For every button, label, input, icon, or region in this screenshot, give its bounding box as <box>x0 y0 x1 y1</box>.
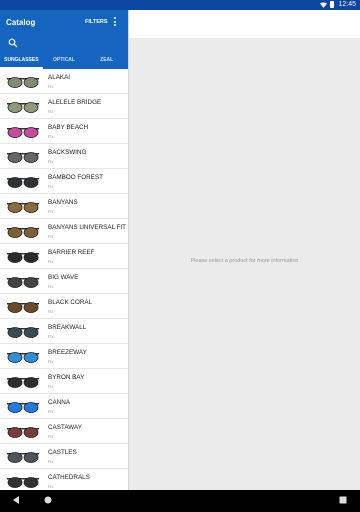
product-name: BIG WAVE <box>48 274 79 281</box>
sunglasses-icon <box>7 477 39 488</box>
list-item[interactable]: BABY BEACH Rx <box>0 119 128 144</box>
list-item[interactable]: BANYANS UNIVERSAL FIT Rx <box>0 219 128 244</box>
product-name: BYRON BAY <box>48 374 85 381</box>
product-sub: Rx <box>48 234 54 239</box>
product-name: BREEZEWAY <box>48 349 87 356</box>
product-name: BREAKWALL <box>48 324 87 331</box>
battery-icon <box>330 1 334 8</box>
product-name: ALAKAI <box>48 74 71 81</box>
product-name: CATHEDRALS <box>48 474 90 481</box>
sunglasses-icon <box>7 277 39 288</box>
product-sub: Rx <box>48 159 54 164</box>
product-name: BABY BEACH <box>48 124 89 131</box>
list-item[interactable]: BYRON BAY Rx <box>0 369 128 394</box>
sunglasses-icon <box>7 327 39 338</box>
navigation-bar <box>0 490 360 512</box>
sunglasses-icon <box>7 252 39 263</box>
product-sub: Rx <box>48 434 54 439</box>
product-sub: Rx <box>48 84 54 89</box>
product-list: ALAKAI Rx ALELELE BRIDGE Rx BABY BEACH Rx BACK… <box>0 69 128 490</box>
status-bar: 12:45 <box>0 0 360 10</box>
wifi-icon <box>320 2 327 8</box>
sunglasses-icon <box>7 177 39 188</box>
product-name: BACKSWING <box>48 149 87 156</box>
product-sub: Rx <box>48 459 54 464</box>
list-item[interactable]: BARRIER REEF Rx <box>0 244 128 269</box>
list-item[interactable]: CASTAWAY Rx <box>0 419 128 444</box>
sunglasses-icon <box>7 352 39 363</box>
product-sub: Rx <box>48 359 54 364</box>
product-name: CANNA <box>48 399 71 406</box>
app-title: Catalog <box>6 18 36 27</box>
list-item[interactable]: BIG WAVE Rx <box>0 269 128 294</box>
catalog-panel: Catalog FILTERS SUNGLASSES OPTICAL ZEAL … <box>0 10 129 490</box>
product-sub: Rx <box>48 184 54 189</box>
list-item[interactable]: BACKSWING Rx <box>0 144 128 169</box>
list-item[interactable]: CASTLES Rx <box>0 444 128 469</box>
list-item[interactable]: ALAKAI Rx <box>0 69 128 94</box>
sunglasses-icon <box>7 77 39 88</box>
product-name: CASTAWAY <box>48 424 82 431</box>
tab-zeal[interactable]: ZEAL <box>85 54 128 69</box>
product-sub: Rx <box>48 384 54 389</box>
list-item[interactable]: BAMBOO FOREST Rx <box>0 169 128 194</box>
back-icon[interactable] <box>11 495 21 505</box>
product-name: CASTLES <box>48 449 77 456</box>
search-icon[interactable] <box>8 38 18 48</box>
product-name: BANYANS UNIVERSAL FIT <box>48 224 127 231</box>
list-item[interactable]: ALELELE BRIDGE Rx <box>0 94 128 119</box>
product-sub: Rx <box>48 409 54 414</box>
list-item[interactable]: BANYANS Rx <box>0 194 128 219</box>
product-sub: Rx <box>48 484 54 489</box>
list-item[interactable]: BREEZEWAY Rx <box>0 344 128 369</box>
category-tabs: SUNGLASSES OPTICAL ZEAL <box>0 54 128 69</box>
product-name: BANYANS <box>48 199 78 206</box>
product-name: BLACK CORAL <box>48 299 93 306</box>
detail-toolbar <box>129 10 360 38</box>
list-item[interactable]: BREAKWALL Rx <box>0 319 128 344</box>
sunglasses-icon <box>7 152 39 163</box>
status-time: 12:45 <box>338 1 356 8</box>
sunglasses-icon <box>7 202 39 213</box>
sunglasses-icon <box>7 452 39 463</box>
product-sub: Rx <box>48 259 54 264</box>
sunglasses-icon <box>7 302 39 313</box>
sunglasses-icon <box>7 402 39 413</box>
product-sub: Rx <box>48 209 54 214</box>
sunglasses-icon <box>7 127 39 138</box>
more-options-icon[interactable] <box>113 17 117 26</box>
product-sub: Rx <box>48 334 54 339</box>
product-sub: Rx <box>48 309 54 314</box>
app-bar: Catalog FILTERS SUNGLASSES OPTICAL ZEAL <box>0 10 128 69</box>
sunglasses-icon <box>7 377 39 388</box>
list-item[interactable]: CANNA Rx <box>0 394 128 419</box>
product-sub: Rx <box>48 109 54 114</box>
overview-icon[interactable] <box>338 495 348 505</box>
product-name: BARRIER REEF <box>48 249 95 256</box>
detail-placeholder: Please select a product for more informa… <box>190 258 299 264</box>
sunglasses-icon <box>7 102 39 113</box>
sunglasses-icon <box>7 427 39 438</box>
tab-optical[interactable]: OPTICAL <box>43 54 86 69</box>
list-item[interactable]: CATHEDRALS Rx <box>0 469 128 490</box>
sunglasses-icon <box>7 227 39 238</box>
product-sub: Rx <box>48 284 54 289</box>
product-sub: Rx <box>48 134 54 139</box>
product-name: ALELELE BRIDGE <box>48 99 102 106</box>
tab-sunglasses[interactable]: SUNGLASSES <box>0 54 43 69</box>
product-name: BAMBOO FOREST <box>48 174 103 181</box>
list-item[interactable]: BLACK CORAL Rx <box>0 294 128 319</box>
home-icon[interactable] <box>43 495 53 505</box>
filters-button[interactable]: FILTERS <box>85 19 108 25</box>
